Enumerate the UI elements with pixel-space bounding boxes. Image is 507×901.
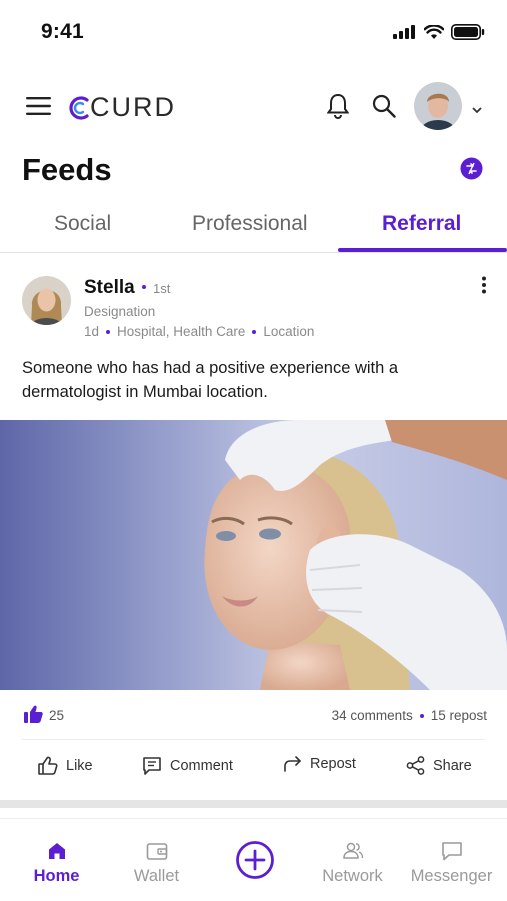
share-label: Share — [433, 757, 472, 774]
switch-feed-button[interactable] — [460, 157, 483, 185]
search-icon — [372, 94, 396, 118]
engagement-stats: 34 comments 15 repost — [332, 708, 487, 723]
post-options-button[interactable] — [478, 276, 490, 299]
feed-tabs: Social Professional Referral — [0, 204, 507, 253]
nav-wallet[interactable]: Wallet — [106, 819, 207, 901]
wifi-icon — [424, 24, 444, 39]
post-location: Location — [263, 324, 315, 339]
more-vertical-icon — [482, 276, 486, 294]
comment-count[interactable]: 34 comments — [332, 708, 413, 723]
nav-home[interactable]: Home — [6, 819, 107, 901]
dot-separator — [106, 329, 111, 334]
search-button[interactable] — [372, 94, 396, 123]
repost-label: Repost — [310, 756, 356, 772]
like-count-icon-wrap — [24, 705, 43, 728]
nav-messenger-label: Messenger — [410, 867, 493, 885]
page-title: Feeds — [22, 152, 112, 187]
home-icon — [48, 843, 65, 859]
app-logo[interactable]: CURD — [68, 92, 176, 123]
comment-icon — [143, 757, 161, 775]
hamburger-menu-icon — [26, 97, 51, 115]
wallet-icon — [146, 843, 167, 860]
like-count[interactable]: 25 — [49, 708, 64, 723]
share-button[interactable]: Share — [406, 756, 472, 775]
battery-icon — [451, 24, 485, 40]
notifications-button[interactable] — [326, 93, 350, 124]
dot-separator — [252, 329, 257, 334]
logo-mark-icon — [69, 95, 89, 120]
profile-dropdown[interactable] — [472, 101, 482, 119]
author-avatar-image — [22, 276, 71, 325]
chevron-down-icon — [472, 107, 482, 114]
comment-button[interactable]: Comment — [142, 756, 233, 775]
thumbs-up-filled-icon — [24, 705, 43, 723]
bottom-navigation: Home Wallet Network Messenger — [0, 818, 507, 901]
post-text: Someone who has had a positive experienc… — [22, 359, 399, 401]
repost-count[interactable]: 15 repost — [431, 708, 487, 723]
share-icon — [406, 756, 425, 775]
author-avatar[interactable] — [22, 276, 71, 325]
post-industry: Hospital, Health Care — [117, 324, 246, 339]
tab-referral[interactable]: Referral — [382, 212, 461, 236]
tab-social[interactable]: Social — [54, 212, 111, 236]
section-divider — [0, 800, 507, 808]
cellular-signal-icon — [393, 25, 415, 39]
thumbs-up-icon — [38, 756, 58, 775]
post-photo — [0, 420, 507, 690]
author-designation: Designation — [84, 304, 156, 319]
swap-icon — [460, 157, 483, 180]
bell-icon — [326, 93, 350, 119]
post-time: 1d — [84, 324, 100, 339]
nav-wallet-label: Wallet — [133, 867, 180, 885]
user-avatar-image — [414, 82, 462, 130]
dot-separator — [419, 713, 424, 718]
nav-messenger[interactable]: Messenger — [401, 819, 502, 901]
message-icon — [441, 842, 462, 861]
network-people-icon — [342, 842, 363, 859]
post-image[interactable] — [0, 420, 507, 690]
comment-label: Comment — [170, 757, 233, 774]
profile-avatar[interactable] — [414, 82, 462, 130]
repost-button[interactable]: Repost — [283, 756, 356, 772]
nav-create[interactable] — [204, 819, 305, 901]
menu-button[interactable] — [26, 96, 51, 121]
status-icons — [393, 24, 485, 40]
nav-network[interactable]: Network — [302, 819, 403, 901]
like-button[interactable]: Like — [38, 756, 93, 775]
active-tab-indicator — [338, 248, 507, 252]
author-name[interactable]: Stella — [84, 277, 135, 299]
like-label: Like — [66, 757, 93, 774]
nav-network-label: Network — [322, 867, 383, 885]
nav-home-label: Home — [33, 867, 80, 885]
logo-text: CURD — [90, 92, 176, 122]
repost-arrow-icon — [284, 756, 301, 772]
status-time: 9:41 — [41, 20, 84, 43]
post-meta-line: 1d Hospital, Health Care Location — [84, 324, 314, 339]
divider — [22, 739, 485, 740]
add-circle-icon — [235, 841, 274, 879]
tab-professional[interactable]: Professional — [192, 212, 308, 236]
connection-degree: 1st — [153, 281, 171, 296]
dot-separator — [142, 285, 146, 289]
